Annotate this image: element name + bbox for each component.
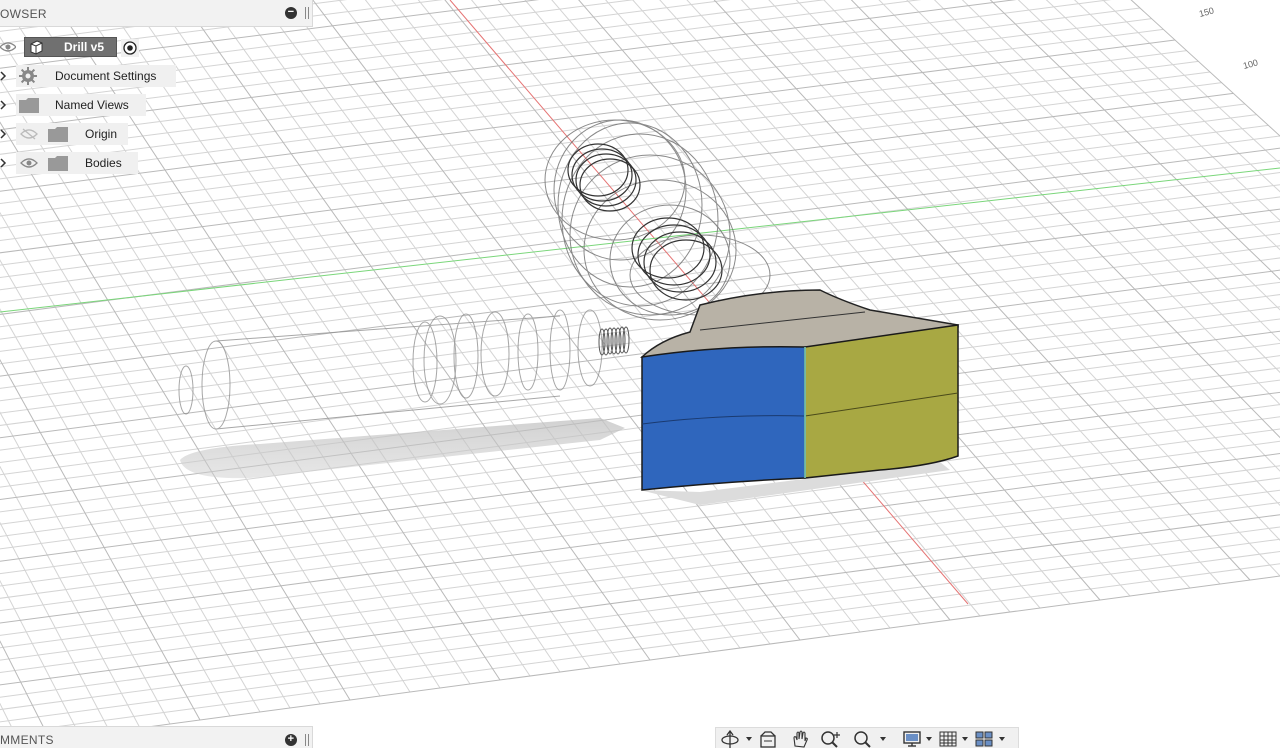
grid-label-150: 150 [1198,5,1215,19]
grid-line [104,0,561,673]
drill-shadow [180,418,625,479]
grid-line [0,330,1280,500]
browser-item-label: Named Views [55,98,129,112]
grid-line [0,124,1269,291]
grid-line [0,489,1280,661]
grid-line [0,391,1280,562]
browser-item-label: Origin [85,127,118,141]
chevron-down-icon[interactable] [880,737,886,741]
grid-line [0,71,1211,229]
chevron-down-icon[interactable] [746,737,752,741]
grid-line [0,575,1280,748]
grid-line [0,147,1280,315]
browser-item-label: Document Settings [55,69,157,83]
look-at-icon[interactable] [758,730,778,748]
canvas-viewport[interactable]: 150 100 [0,0,1280,748]
body-yellow-face [804,324,959,479]
pan-icon[interactable] [790,730,810,748]
grid-line [0,550,1280,723]
panel-grip-icon[interactable] [305,7,309,19]
eye-icon[interactable] [0,41,16,53]
grid-settings-icon[interactable] [938,730,958,748]
solid-body[interactable] [639,289,959,491]
ground-grid-major [0,0,1280,748]
navigation-toolbar [715,727,1019,748]
grid-label-100: 100 [1242,57,1259,71]
grid-line [0,269,1280,439]
browser-item-named-views[interactable]: Named Views [0,94,150,116]
viewports-icon[interactable] [974,730,994,748]
comments-panel-header: MMENTS + [0,726,313,748]
chevron-down-icon[interactable] [999,737,1005,741]
eye-hidden-icon[interactable] [20,128,38,140]
folder-icon [19,98,39,113]
gear-icon [19,67,37,85]
orbit-icon[interactable] [720,730,740,748]
grid-line [0,121,351,701]
grid-line [0,514,1280,686]
browser-root-row[interactable]: Drill v5 [0,35,150,59]
component-cube-icon [30,40,43,55]
grid-line [155,0,621,665]
browser-item-origin[interactable]: Origin [0,123,150,145]
grid-line [0,7,1141,155]
browser-item-bodies[interactable]: Bodies [0,152,150,174]
add-comment-icon[interactable]: + [285,734,297,746]
ghost-spring-left [598,326,630,356]
folder-icon [48,156,68,171]
fit-icon[interactable] [852,730,874,748]
grid-line [1102,0,1280,165]
chevron-right-icon[interactable] [0,100,8,110]
chevron-down-icon[interactable] [926,737,932,741]
grid-line [0,60,1199,217]
display-settings-icon[interactable] [902,730,922,748]
grid-line [605,0,1131,597]
comments-panel-title: MMENTS [0,733,54,747]
browser-root-label: Drill v5 [64,40,105,54]
browser-panel-title: OWSER [0,7,47,21]
folder-icon [48,127,68,142]
panel-grip-icon[interactable] [305,734,309,746]
browser-item-label: Bodies [85,156,122,170]
chevron-right-icon[interactable] [0,129,8,139]
browser-panel-header: OWSER − [0,0,313,27]
eye-icon[interactable] [20,157,38,169]
zoom-icon[interactable] [820,730,842,748]
grid-line [0,563,1280,735]
chevron-right-icon[interactable] [0,71,8,81]
grid-line [632,0,1161,593]
body-blue-face [641,345,806,491]
browser-item-document-settings[interactable]: Document Settings [0,65,180,87]
collapse-browser-icon[interactable]: − [285,7,297,19]
chevron-right-icon[interactable] [0,158,8,168]
activate-radio-icon[interactable] [121,39,139,57]
chevron-down-icon[interactable] [962,737,968,741]
grid-line [0,196,1280,365]
